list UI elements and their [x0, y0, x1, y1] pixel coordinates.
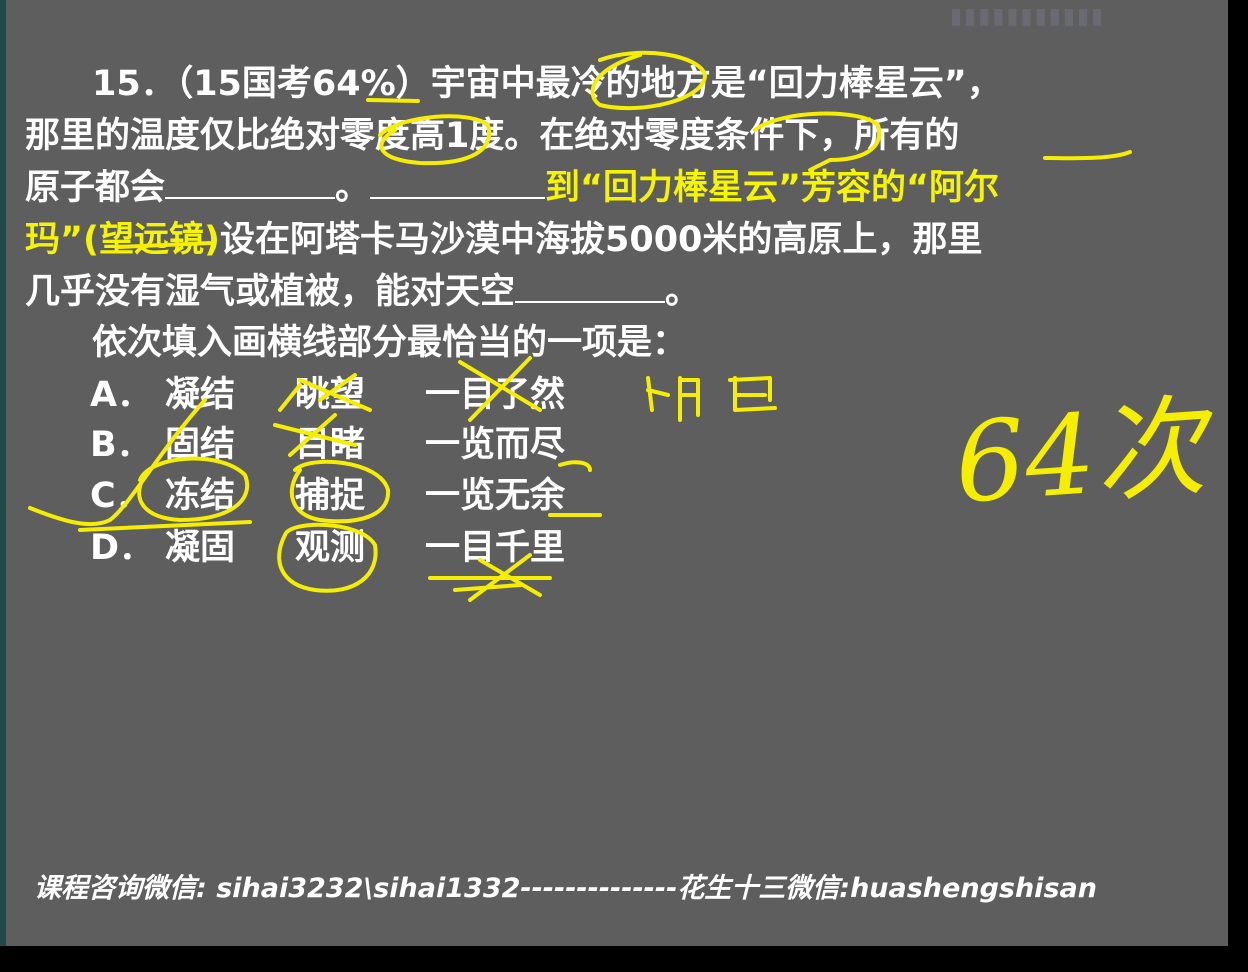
option-word-2: 眺望: [295, 375, 366, 415]
slide: ▮▮▮▮▮▮▮▮▮▮▮ 15．（15国考64%）宇宙中最冷的地方是“回力棒星云”…: [0, 0, 1228, 946]
left-edge: [0, 0, 6, 946]
question-line-4: 玛”(望远镜)设在阿塔卡马沙漠中海拔5000米的高原上，那里: [25, 218, 982, 262]
option-word-2: 观测: [295, 528, 366, 568]
question-prompt: 依次填入画横线部分最恰当的一项是：: [92, 323, 688, 363]
handwritten-note-64ci: 64次: [950, 382, 1210, 528]
blank-2: [370, 167, 546, 199]
watermark: ▮▮▮▮▮▮▮▮▮▮▮: [950, 4, 1106, 29]
text: 几乎没有湿气或植被，能对天空: [25, 272, 516, 312]
option-letter: A．: [90, 375, 153, 415]
option-letter: D．: [90, 528, 155, 568]
option-word-3: 一目了然: [425, 375, 566, 415]
question-line-2: 那里的温度仅比绝对零度高1度。在绝对零度条件下，所有的: [25, 116, 960, 156]
option-word-2: 目睹: [295, 425, 366, 465]
option-letter: C．: [90, 476, 151, 516]
highlight-text: 到“回力棒星云”芳容的“阿尔: [545, 168, 1000, 208]
option-word-3: 一览无余: [425, 476, 566, 516]
option-word-1: 凝结: [165, 375, 236, 415]
text: 。: [665, 272, 701, 312]
question-line-1: 15．（15国考64%）宇宙中最冷的地方是“回力棒星云”，: [92, 64, 1002, 104]
option-word-3: 一览而尽: [425, 425, 566, 465]
option-word-1: 固结: [165, 425, 236, 465]
text: 设在阿塔卡马沙漠中海拔5000米的高原上，那里: [220, 220, 983, 260]
option-word-2: 捕捉: [295, 476, 366, 516]
blank-1: [165, 167, 336, 199]
question-line-3: 原子都会 。 到“回力棒星云”芳容的“阿尔: [25, 166, 999, 210]
footer-contact: 课程咨询微信: sihai3232\sihai1332-------------…: [34, 873, 1097, 904]
text: 。: [335, 168, 371, 208]
option-word-1: 凝固: [165, 528, 236, 568]
option-letter: B．: [90, 425, 152, 465]
text: 原子都会: [25, 168, 166, 208]
highlight-text: 玛”(望远镜): [25, 220, 220, 260]
blank-3: [515, 271, 666, 303]
option-word-3: 一目千里: [425, 528, 566, 568]
question-line-5: 几乎没有湿气或植被，能对天空 。: [25, 270, 700, 314]
option-word-1: 冻结: [165, 476, 236, 516]
